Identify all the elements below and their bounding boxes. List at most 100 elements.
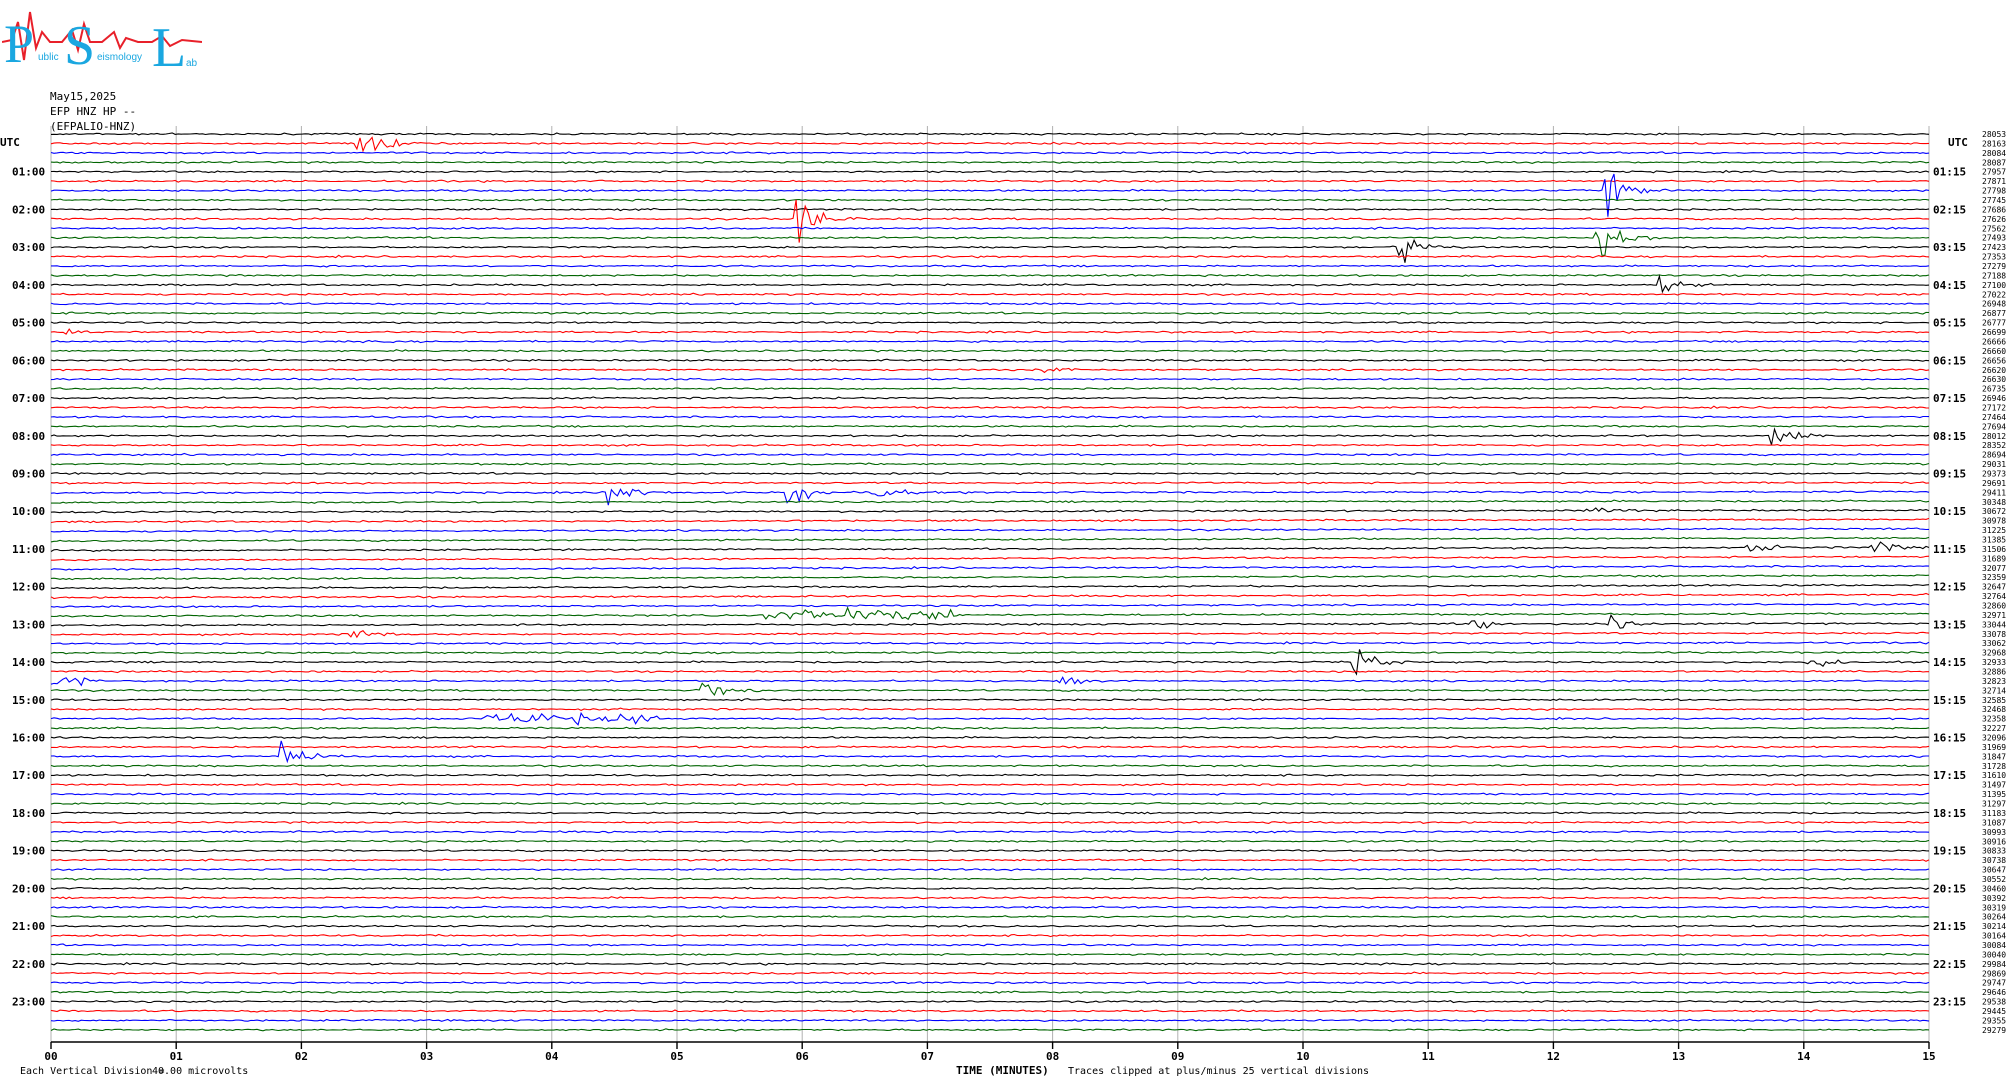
seismic-trace [50,676,1930,687]
trace-value-label: 30672 [1982,507,2006,516]
seismic-trace [51,349,1930,353]
x-tick-label: 13 [1672,1050,1685,1063]
seismic-trace [50,943,1929,947]
trace-value-label: 32823 [1982,677,2006,686]
trace-value-label: 26877 [1982,309,2006,318]
seismic-trace [50,541,1930,553]
seismic-trace [50,396,1930,400]
hour-label-right: 12:15 [1933,581,1966,594]
seismic-trace [51,669,1929,674]
hour-label-right: 23:15 [1933,996,1966,1009]
trace-value-label: 28012 [1982,432,2006,441]
trace-value-label: 28084 [1982,149,2006,158]
seismic-trace [50,481,1930,485]
trace-value-label: 30348 [1982,498,2006,507]
hour-label-left: 21:00 [12,920,45,933]
hour-label-left: 02:00 [12,203,45,216]
chart-date: May15,2025 [50,90,117,103]
seismic-trace [50,564,1930,571]
hour-label-left: 22:00 [12,958,45,971]
hour-label-left: 13:00 [12,618,45,631]
trace-value-label: 32358 [1982,715,2006,724]
seismic-trace [50,641,1930,646]
hour-label-left: 07:00 [12,392,45,405]
seismic-trace [50,886,1930,891]
trace-value-label: 27022 [1982,290,2006,299]
trace-value-label: 27423 [1982,243,2006,252]
trace-value-label: 30738 [1982,856,2006,865]
hour-label-left: 18:00 [12,807,45,820]
seismic-trace [50,764,1930,768]
trace-value-label: 32227 [1982,724,2006,733]
trace-value-label: 30264 [1982,913,2006,922]
seismic-trace [50,877,1930,881]
seismic-trace [50,179,1930,183]
seismic-trace [50,740,1929,764]
seismic-trace [50,273,1930,278]
hour-label-right: 19:15 [1933,845,1966,858]
trace-value-label: 27353 [1982,253,2006,262]
trace-value-label: 27957 [1982,168,2006,177]
trace-value-label: 30460 [1982,884,2006,893]
hour-label-right: 16:15 [1933,732,1966,745]
seismic-trace [50,443,1930,447]
seismic-trace [50,207,1930,212]
seismic-trace [50,682,1930,697]
trace-value-label: 27172 [1982,403,2006,412]
trace-value-label: 29691 [1982,479,2006,488]
seismic-trace [50,339,1930,344]
seismic-trace [50,820,1930,825]
hour-label-left: 01:00 [12,166,45,179]
trace-value-label: 31225 [1982,526,2006,535]
seismic-trace [50,405,1930,410]
utc-label-right: UTC [1948,136,1968,149]
trace-value-label: 31728 [1982,762,2006,771]
seismic-trace [50,707,1930,712]
hour-label-right: 15:15 [1933,694,1966,707]
trace-value-label: 26699 [1982,328,2006,337]
seismic-trace [50,471,1930,476]
logo-letter-s: S [64,15,95,70]
trace-value-label: 32860 [1982,602,2006,611]
hour-label-left: 09:00 [12,467,45,480]
x-tick-label: 00 [44,1050,57,1063]
seismic-trace [51,499,1930,504]
trace-value-label: 32096 [1982,734,2006,743]
trace-value-label: 33078 [1982,630,2006,639]
seismic-trace [50,160,1930,165]
seismic-trace [50,726,1930,730]
trace-value-label: 29747 [1982,979,2006,988]
trace-value-label: 29279 [1982,1026,2006,1035]
psl-logo: P S L ublic eismology ab [2,11,202,70]
trace-value-label: 33062 [1982,639,2006,648]
trace-value-label: 31297 [1982,800,2006,809]
trace-value-label: 32468 [1982,705,2006,714]
hour-label-left: 03:00 [12,241,45,254]
trace-value-label: 26656 [1982,356,2006,365]
hour-label-right: 02:15 [1933,203,1966,216]
seismic-trace [50,698,1929,702]
trace-value-label: 27745 [1982,196,2006,205]
trace-value-label: 29031 [1982,460,2006,469]
trace-value-label: 30552 [1982,875,2006,884]
seismic-trace [50,811,1930,815]
seismic-trace [51,999,1930,1004]
right-hour-labels: 01:15 02:15 03:15 04:15 05:15 06:15 07:15 08:15… [1933,166,1966,1009]
trace-value-label: 28053 [1982,130,2006,139]
hour-label-left: 17:00 [12,769,45,782]
seismic-trace [50,711,1930,726]
seismic-trace [50,971,1930,975]
trace-value-label: 27562 [1982,224,2006,233]
seismic-trace [50,292,1929,296]
trace-value-label: 27694 [1982,422,2006,431]
trace-value-label: 28694 [1982,451,2006,460]
hour-label-right: 01:15 [1933,166,1966,179]
trace-value-label: 26620 [1982,366,2006,375]
seismic-trace [50,462,1930,466]
trace-value-label: 27798 [1982,187,2006,196]
seismic-trace [50,858,1930,862]
x-tick-label: 12 [1547,1050,1560,1063]
trace-value-label: 32359 [1982,573,2006,582]
trace-value-label: 30993 [1982,828,2006,837]
trace-value-label: 32886 [1982,668,2006,677]
